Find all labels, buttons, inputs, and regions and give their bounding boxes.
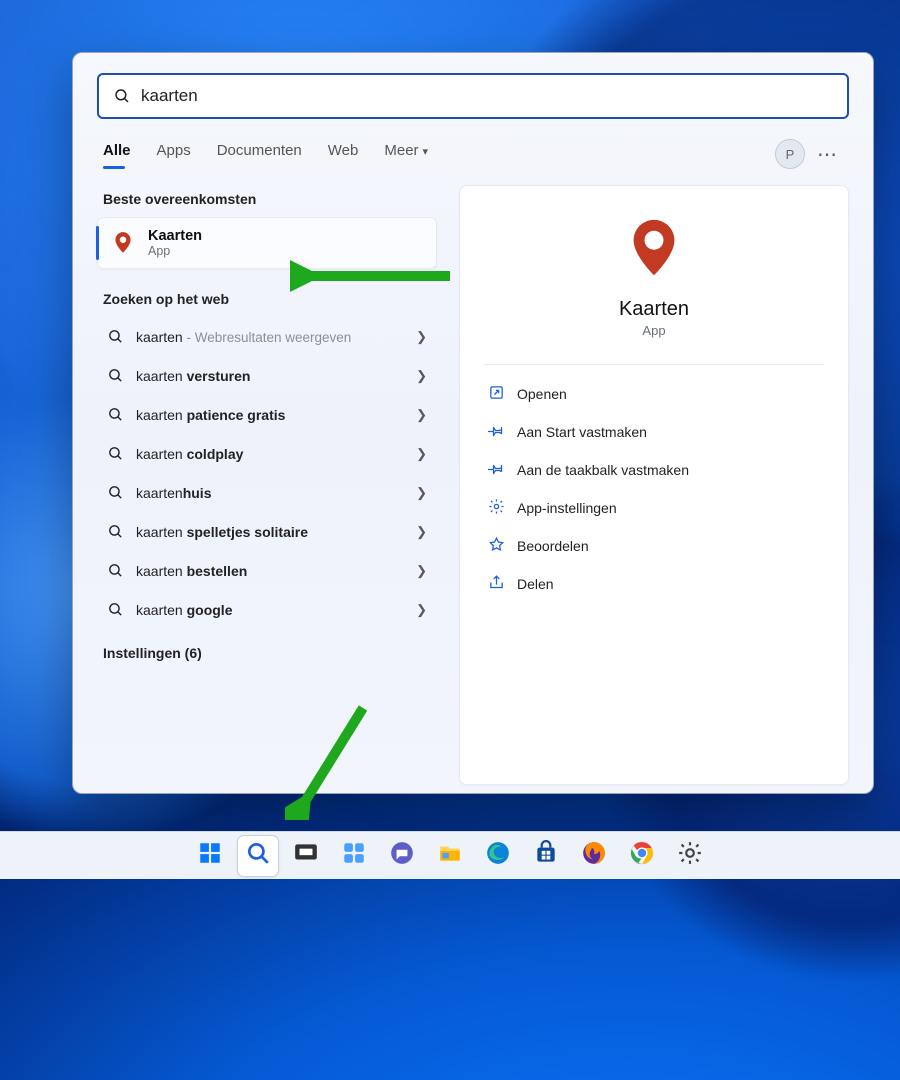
detail-panel: Kaarten App Openen Aan Start vastmaken Aan… [459,185,849,785]
settings-icon [677,840,703,871]
search-panel: Alle Apps Documenten Web Meer▾ P ⋯ Beste… [72,52,874,794]
web-result-text: kaarten patience gratis [136,407,404,423]
taskbar-settings-button[interactable] [670,836,710,876]
taskbar-edge-button[interactable] [478,836,518,876]
best-match-heading: Beste overeenkomsten [103,191,437,207]
taskbar-taskview-button[interactable] [286,836,326,876]
search-icon [113,87,131,105]
widgets-icon [341,840,367,871]
web-result-item[interactable]: kaarten spelletjes solitaire ❯ [97,512,437,551]
chevron-right-icon: ❯ [416,407,427,423]
pin-icon [488,422,505,442]
web-search-heading: Zoeken op het web [103,291,437,307]
action-label: App-instellingen [517,500,617,516]
chevron-right-icon: ❯ [416,602,427,618]
action-label: Openen [517,386,567,402]
search-input[interactable] [141,86,833,106]
web-result-item[interactable]: kaartenhuis ❯ [97,473,437,512]
web-result-text: kaarten - Webresultaten weergeven [136,329,404,345]
star-icon [488,536,505,556]
share-icon [488,574,505,594]
chevron-right-icon: ❯ [416,329,427,345]
best-match-title: Kaarten [148,228,202,244]
taskbar-firefox-button[interactable] [574,836,614,876]
chevron-right-icon: ❯ [416,524,427,540]
explorer-icon [437,840,463,871]
taskbar-store-button[interactable] [526,836,566,876]
divider [484,364,824,365]
tabs: Alle Apps Documenten Web Meer▾ [103,142,775,167]
search-icon [245,840,271,871]
detail-actions: Openen Aan Start vastmaken Aan de taakbalk… [484,375,824,603]
tab-apps[interactable]: Apps [157,142,191,167]
web-result-item[interactable]: kaarten google ❯ [97,590,437,629]
taskbar-start-button[interactable] [190,836,230,876]
action-label: Beoordelen [517,538,589,554]
store-icon [533,840,559,871]
maps-app-icon [110,230,136,256]
start-icon [197,840,223,871]
web-result-text: kaarten google [136,602,404,618]
chevron-right-icon: ❯ [416,446,427,462]
web-result-text: kaarten coldplay [136,446,404,462]
web-result-item[interactable]: kaarten bestellen ❯ [97,551,437,590]
detail-title: Kaarten [619,298,689,321]
action-delen[interactable]: Delen [484,565,824,603]
settings-results-heading[interactable]: Instellingen (6) [103,645,437,661]
user-avatar[interactable]: P [775,139,805,169]
taskbar-search-button[interactable] [238,836,278,876]
action-aan-de-taakbalk-vastmaken[interactable]: Aan de taakbalk vastmaken [484,451,824,489]
action-label: Delen [517,576,554,592]
action-label: Aan de taakbalk vastmaken [517,462,689,478]
more-options-button[interactable]: ⋯ [811,142,843,167]
chat-icon [389,840,415,871]
tab-web[interactable]: Web [328,142,359,167]
web-result-item[interactable]: kaarten patience gratis ❯ [97,395,437,434]
taskbar-chrome-button[interactable] [622,836,662,876]
tabs-row: Alle Apps Documenten Web Meer▾ P ⋯ [97,139,849,169]
tab-meer[interactable]: Meer▾ [384,142,428,167]
action-label: Aan Start vastmaken [517,424,647,440]
detail-subtitle: App [642,323,665,338]
taskview-icon [293,840,319,871]
action-beoordelen[interactable]: Beoordelen [484,527,824,565]
taskbar [0,831,900,879]
results-column: Beste overeenkomsten Kaarten App Zoeken … [97,185,437,785]
edge-icon [485,840,511,871]
chevron-right-icon: ❯ [416,368,427,384]
web-result-text: kaarten spelletjes solitaire [136,524,404,540]
web-results-list: kaarten - Webresultaten weergeven❯kaarte… [97,317,437,629]
chevron-right-icon: ❯ [416,485,427,501]
best-match-subtitle: App [148,244,202,258]
web-result-item[interactable]: kaarten coldplay ❯ [97,434,437,473]
action-openen[interactable]: Openen [484,375,824,413]
chrome-icon [629,840,655,871]
taskbar-chat-button[interactable] [382,836,422,876]
web-result-text: kaartenhuis [136,485,404,501]
pin-icon [488,460,505,480]
web-result-text: kaarten versturen [136,368,404,384]
tab-documenten[interactable]: Documenten [217,142,302,167]
firefox-icon [581,840,607,871]
action-aan-start-vastmaken[interactable]: Aan Start vastmaken [484,413,824,451]
maps-app-icon-large [619,214,689,284]
best-match-result[interactable]: Kaarten App [97,217,437,269]
chevron-down-icon: ▾ [423,146,429,158]
chevron-right-icon: ❯ [416,563,427,579]
taskbar-explorer-button[interactable] [430,836,470,876]
tab-alle[interactable]: Alle [103,142,131,167]
search-box[interactable] [97,73,849,119]
web-result-text: kaarten bestellen [136,563,404,579]
taskbar-widgets-button[interactable] [334,836,374,876]
gear-icon [488,498,505,518]
web-result-item[interactable]: kaarten - Webresultaten weergeven ❯ [97,317,437,356]
web-result-item[interactable]: kaarten versturen ❯ [97,356,437,395]
action-app-instellingen[interactable]: App-instellingen [484,489,824,527]
open-icon [488,384,505,404]
